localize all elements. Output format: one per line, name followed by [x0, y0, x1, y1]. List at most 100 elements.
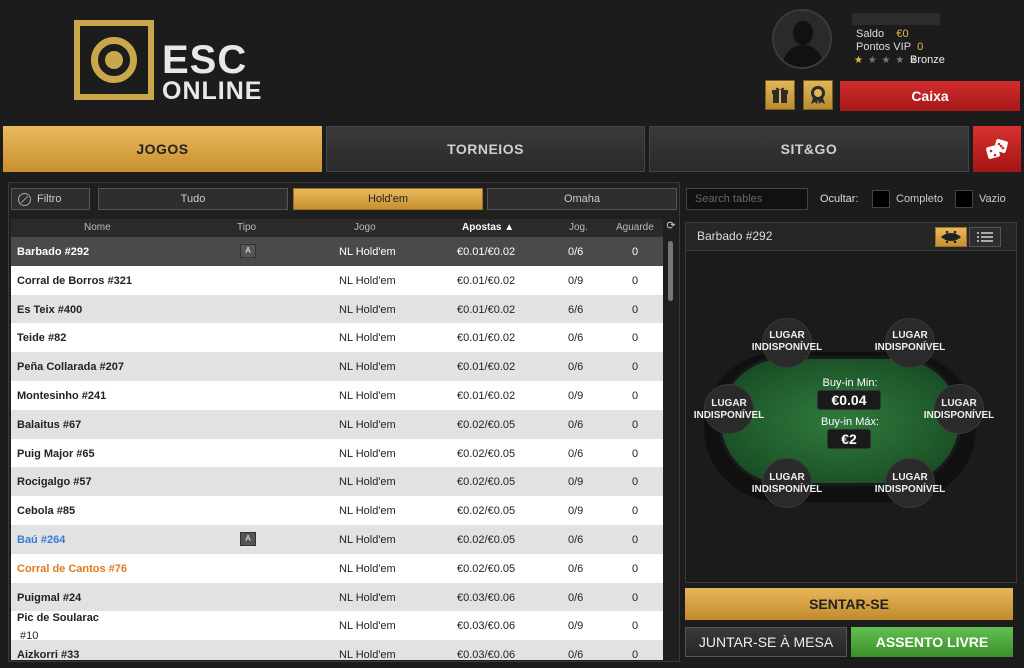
search-input[interactable]: [686, 188, 808, 210]
row-name: Barbado #292: [17, 246, 90, 258]
table-list: Barbado #292 A NL Hold'em €0.01/€0.02 0/6 0 Co…: [11, 237, 663, 660]
row-apostas: €0.02/€0.05: [457, 533, 516, 546]
table-list-scrollbar[interactable]: [664, 237, 678, 660]
caixa-button[interactable]: Caixa: [840, 81, 1020, 111]
row-name: Corral de Cantos #76: [17, 562, 128, 575]
row-aguarde: 0: [632, 447, 639, 460]
row-jogo: NL Hold'em: [339, 649, 396, 660]
table-row[interactable]: Corral de Borros #321 NL Hold'em €0.01/€0.…: [11, 265, 663, 295]
row-name: Peña Collarada #207: [17, 361, 125, 374]
pontos-line: Pontos VIP 0: [856, 41, 923, 54]
gift-icon[interactable]: [765, 80, 795, 110]
header-aguarde[interactable]: Aguarde: [616, 222, 654, 233]
juntar-button[interactable]: JUNTAR-SE À MESA: [685, 627, 847, 657]
row-apostas: €0.01/€0.02: [457, 361, 516, 374]
table-row[interactable]: Cebola #85 NL Hold'em €0.02/€0.05 0/9 0: [11, 496, 663, 525]
row-name: Puigmal #24: [17, 591, 82, 604]
row-jogo: NL Hold'em: [339, 246, 396, 258]
row-aguarde: 0: [632, 533, 639, 546]
row-name: Montesinho #241: [17, 389, 107, 402]
row-aguarde: 0: [632, 418, 639, 431]
row-apostas: €0.02/€0.05: [457, 476, 516, 489]
row-jogo: NL Hold'em: [339, 303, 396, 316]
table-row[interactable]: Teide #82 NL Hold'em €0.01/€0.02 0/6 0: [11, 323, 663, 353]
row-jogadores: 0/6: [568, 591, 584, 604]
header-nome[interactable]: Nome: [84, 222, 111, 233]
tab-jogos[interactable]: JOGOS: [3, 126, 322, 172]
header-tipo[interactable]: Tipo: [237, 222, 256, 233]
row-apostas: €0.02/€0.05: [457, 447, 516, 460]
row-apostas: €0.03/€0.06: [457, 591, 516, 604]
vip-badge-icon[interactable]: [803, 80, 833, 110]
row-name: Corral de Borros #321: [17, 274, 132, 287]
lock-icon: A: [240, 244, 256, 258]
row-jogadores: 0/6: [568, 447, 584, 460]
header-jogo[interactable]: Jogo: [354, 222, 376, 233]
row-jogadores: 0/6: [568, 361, 584, 374]
table-row[interactable]: Rocigalgo #57 NL Hold'em €0.02/€0.05 0/9 0: [11, 467, 663, 497]
row-jogadores: 0/6: [568, 246, 584, 258]
row-jogo: NL Hold'em: [339, 418, 396, 431]
table-row[interactable]: Corral de Cantos #76 NL Hold'em €0.02/€0.0…: [11, 553, 663, 583]
row-jogadores: 0/6: [568, 533, 584, 546]
table-row[interactable]: Peña Collarada #207 NL Hold'em €0.01/€0.02…: [11, 352, 663, 381]
table-row[interactable]: Puigmal #24 NL Hold'em €0.03/€0.06 0/6 0: [11, 582, 663, 612]
table-row[interactable]: Aizkorri #33 NL Hold'em €0.03/€0.06 0/6 0: [11, 640, 663, 660]
refresh-icon[interactable]: ⟳: [664, 219, 678, 237]
table-row[interactable]: Balaitus #67 NL Hold'em €0.02/€0.05 0/6 0: [11, 409, 663, 439]
vip-tier: Bronze: [910, 54, 945, 66]
list-view-icon[interactable]: [969, 227, 1001, 247]
row-apostas: €0.01/€0.02: [457, 332, 516, 345]
row-jogadores: 0/6: [568, 562, 584, 575]
row-apostas: €0.02/€0.05: [457, 418, 516, 431]
header-jog[interactable]: Jog.: [569, 222, 588, 233]
assento-livre-button[interactable]: ASSENTO LIVRE: [851, 627, 1013, 657]
username-placeholder: [852, 13, 940, 25]
row-name: Balaitus #67: [17, 418, 82, 431]
pontos-label: Pontos VIP: [856, 41, 912, 53]
tab-torneios[interactable]: TORNEIOS: [326, 126, 645, 172]
vazio-label: Vazio: [979, 193, 1006, 205]
vazio-checkbox[interactable]: [955, 190, 973, 208]
seat-4-label: LUGAR INDISPONÍVEL: [923, 398, 995, 421]
filter-tab-omaha[interactable]: Omaha: [487, 188, 677, 210]
row-name: Aizkorri #33: [17, 649, 80, 660]
row-apostas: €0.02/€0.05: [457, 505, 516, 518]
table-row[interactable]: Puig Major #65 NL Hold'em €0.02/€0.05 0/6 0: [11, 438, 663, 468]
sentar-button[interactable]: SENTAR-SE: [685, 588, 1013, 620]
filter-tab-holdem[interactable]: Hold'em: [293, 188, 483, 210]
brand-logo-icon: [74, 20, 154, 100]
preview-title: Barbado #292: [697, 229, 773, 243]
avatar[interactable]: [772, 9, 832, 69]
row-apostas: €0.01/€0.02: [457, 274, 516, 287]
tab-sitgo[interactable]: SIT&GO: [649, 126, 969, 172]
row-aguarde: 0: [632, 562, 639, 575]
row-name: Pic de Soularac: [17, 612, 99, 625]
row-jogadores: 0/6: [568, 332, 584, 345]
row-aguarde: 0: [632, 332, 639, 345]
completo-label: Completo: [896, 193, 944, 205]
lock-icon: A: [240, 531, 256, 546]
table-row[interactable]: Es Teix #400 NL Hold'em €0.01/€0.02 6/6 0: [11, 294, 663, 324]
row-jogo: NL Hold'em: [339, 447, 396, 460]
seat-1-label: LUGAR INDISPONÍVEL: [751, 330, 823, 353]
row-aguarde: 0: [632, 476, 639, 489]
dice-icon[interactable]: [973, 126, 1021, 172]
completo-checkbox[interactable]: [872, 190, 890, 208]
filter-tab-tudo[interactable]: Tudo: [98, 188, 288, 210]
filter-button[interactable]: Filtro: [11, 188, 90, 210]
row-jogo: NL Hold'em: [339, 591, 396, 604]
header-apostas[interactable]: Apostas ▲: [462, 222, 514, 233]
table-view-icon[interactable]: [935, 227, 967, 247]
row-aguarde: 0: [632, 274, 639, 287]
row-name: Cebola #85: [17, 505, 76, 518]
table-row[interactable]: Barbado #292 A NL Hold'em €0.01/€0.02 0/6 0: [11, 237, 663, 266]
row-jogo: NL Hold'em: [339, 620, 396, 633]
buyin-min-label: Buy-in Min:: [822, 377, 878, 389]
row-apostas: €0.01/€0.02: [457, 303, 516, 316]
table-row[interactable]: Baú #264 A NL Hold'em €0.02/€0.05 0/6 0: [11, 524, 663, 554]
table-row[interactable]: Pic de Soularac #10 NL Hold'em €0.03/€0.06 0…: [11, 611, 663, 642]
table-header: Nome Tipo Jogo Apostas ▲ Jog. Aguarde: [11, 219, 663, 237]
table-row[interactable]: Montesinho #241 NL Hold'em €0.01/€0.02 0/9 0: [11, 380, 663, 410]
row-aguarde: 0: [632, 505, 639, 518]
